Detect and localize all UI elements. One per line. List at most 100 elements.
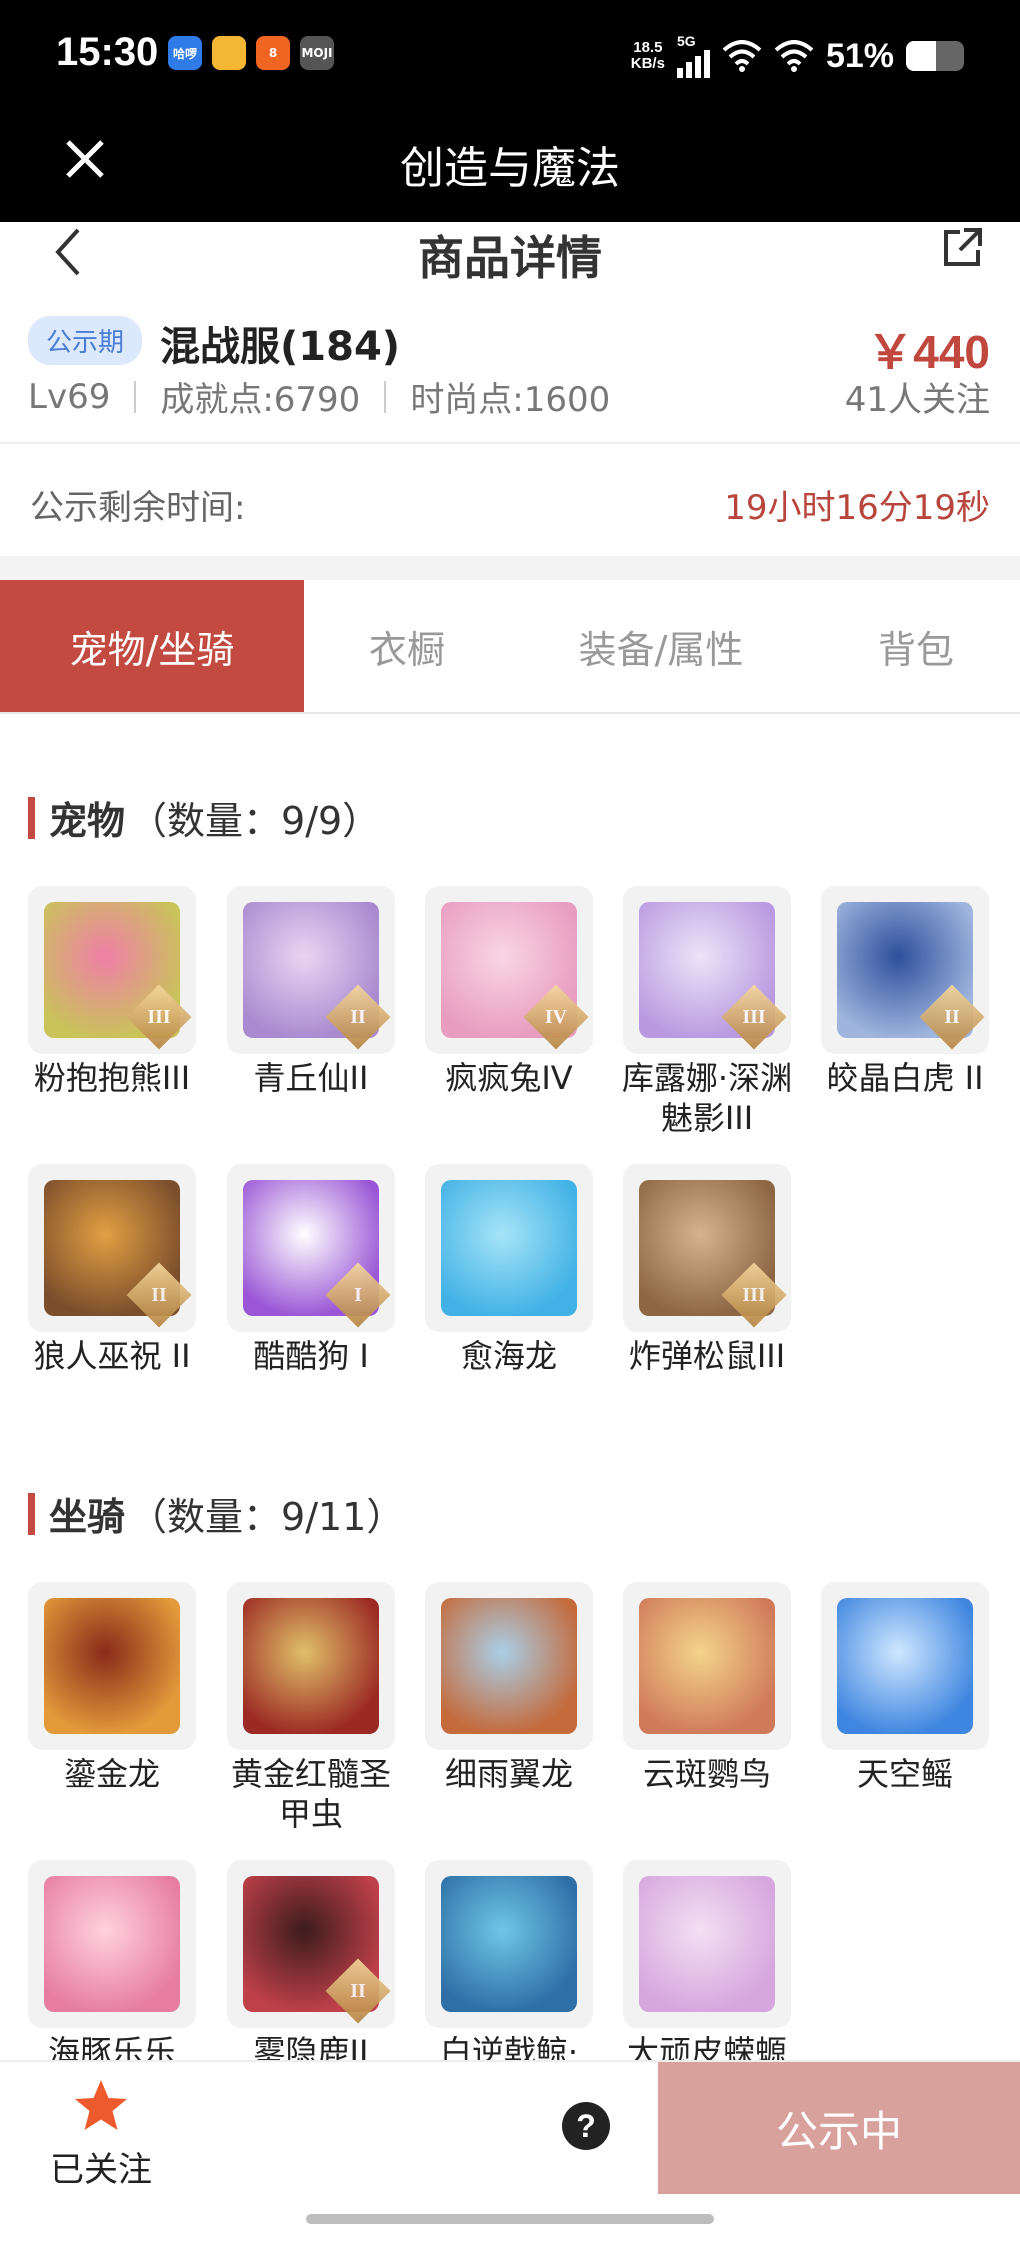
item-name: 酷酷狗 I <box>253 1337 369 1375</box>
rank-label: II <box>944 1005 960 1028</box>
character-art <box>243 1598 379 1734</box>
item-name: 狼人巫祝 II <box>33 1337 191 1375</box>
pet-card[interactable]: II 皎晶白虎 II <box>821 886 989 1098</box>
network-speed-value: 18.5 <box>633 39 663 56</box>
mount-card[interactable]: 大顽皮蝾螈 <box>623 1860 791 2072</box>
pets-title: 宠物 <box>49 799 126 843</box>
product-stats: Lv69 成就点:6790 时尚点:1600 <box>28 372 610 421</box>
rank-label: III <box>742 1005 766 1028</box>
character-art <box>441 1598 577 1734</box>
status-badge: 公示期 <box>28 316 143 365</box>
home-indicator-bar[interactable] <box>306 2214 714 2224</box>
item-name: 库露娜·深渊魅影III <box>621 1059 793 1137</box>
pet-card[interactable]: II 青丘仙II <box>227 886 395 1098</box>
thumbnail: IV <box>425 886 593 1054</box>
pet-card[interactable]: II 狼人巫祝 II <box>28 1164 196 1376</box>
thumbnail <box>227 1582 395 1750</box>
yellow-app-icon <box>212 36 246 70</box>
item-name: 粉抱抱熊III <box>33 1059 191 1097</box>
rank-badge: II <box>325 1958 391 2024</box>
section-marker <box>28 1492 35 1535</box>
item-name: 皎晶白虎 II <box>826 1059 984 1097</box>
page-title: 商品详情 <box>418 231 602 285</box>
thumbnail: III <box>623 886 791 1054</box>
mounts-section-title: 坐骑 （数量：9/11） <box>28 1486 404 1541</box>
divider <box>134 380 137 413</box>
mount-card[interactable]: 白逆戟鲸· <box>425 1860 593 2072</box>
rank-label: II <box>350 1979 366 2002</box>
tab-equipment[interactable]: 装备/属性 <box>510 580 812 712</box>
cellular-icon: 5G <box>676 33 710 78</box>
fashion-points: 时尚点:1600 <box>410 380 611 420</box>
mount-card[interactable]: 黄金红髓圣甲虫 <box>227 1582 395 1834</box>
level: Lv69 <box>28 376 111 417</box>
pet-card[interactable]: III 库露娜·深渊魅影III <box>622 886 792 1138</box>
tab-bar: 宠物/坐骑 衣橱 装备/属性 背包 <box>0 580 1020 714</box>
rank-label: II <box>350 1005 366 1028</box>
mount-card[interactable]: 细雨翼龙 <box>425 1582 593 1794</box>
help-icon[interactable]: ? <box>562 2102 610 2150</box>
rank-label: III <box>147 1005 171 1028</box>
rank-label: II <box>151 1283 167 1306</box>
pet-card[interactable]: 愈海龙 <box>425 1164 593 1376</box>
countdown-row: 公示剩余时间: 19小时16分19秒 <box>0 444 1020 556</box>
character-art <box>639 1876 775 2012</box>
battery-icon <box>906 41 964 71</box>
bottom-action-bar: 已关注 ? 公示中 <box>0 2060 1020 2194</box>
rank-label: III <box>742 1283 766 1306</box>
network-type: 5G <box>676 33 696 49</box>
item-name: 黄金红髓圣甲虫 <box>230 1755 391 1833</box>
thumbnail: III <box>28 886 196 1054</box>
thumbnail <box>821 1582 989 1750</box>
mount-card[interactable]: 鎏金龙 <box>28 1582 196 1794</box>
thumbnail <box>28 1860 196 2028</box>
item-name: 云斑鹦鸟 <box>642 1755 771 1793</box>
tab-wardrobe[interactable]: 衣橱 <box>304 580 510 712</box>
publicity-button[interactable]: 公示中 <box>658 2062 1020 2194</box>
tab-backpack[interactable]: 背包 <box>812 580 1020 712</box>
follower-count: 41人关注 <box>844 380 990 420</box>
pets-section-title: 宠物 （数量：9/9） <box>28 790 380 845</box>
battery-percent: 51% <box>825 36 894 75</box>
page-nav: 商品详情 <box>0 222 1020 306</box>
countdown-label: 公示剩余时间: <box>30 488 246 528</box>
pet-card[interactable]: III 炸弹松鼠III <box>623 1164 791 1376</box>
section-gap <box>0 556 1020 580</box>
tab-pets-mounts[interactable]: 宠物/坐骑 <box>0 580 304 712</box>
thumbnail <box>425 1582 593 1750</box>
thumbnail: II <box>227 886 395 1054</box>
character-art <box>441 1876 577 2012</box>
item-name: 炸弹松鼠III <box>628 1337 786 1375</box>
rank-badge: III <box>126 984 192 1050</box>
mount-card[interactable]: II 雾隐鹿II <box>227 1860 395 2072</box>
thumbnail: I <box>227 1164 395 1332</box>
character-art <box>44 1598 180 1734</box>
follow-button[interactable]: 已关注 <box>46 2076 156 2191</box>
rank-badge: III <box>721 984 787 1050</box>
item-name: 青丘仙II <box>253 1059 369 1097</box>
follow-label: 已关注 <box>50 2150 152 2190</box>
network-speed-unit: KB/s <box>630 55 665 72</box>
moji-weather-icon: MOJI <box>300 36 334 70</box>
wifi-icon-secondary <box>774 40 814 72</box>
rank-badge: II <box>325 984 391 1050</box>
character-art <box>639 1598 775 1734</box>
pet-card[interactable]: IV 疯疯兔IV <box>425 886 593 1098</box>
clock: 15:30 <box>56 30 159 74</box>
achievement-points: 成就点:6790 <box>160 380 361 420</box>
thumbnail: II <box>227 1860 395 2028</box>
character-art <box>44 1876 180 2012</box>
network-speed: 18.5 KB/s <box>631 40 665 72</box>
status-bar: 15:30 哈啰 8 MOJI 18.5 KB/s 5G 51% <box>0 0 1020 110</box>
rank-badge: II <box>126 1262 192 1328</box>
pet-card[interactable]: III 粉抱抱熊III <box>28 886 196 1098</box>
mount-card[interactable]: 海豚乐乐 <box>28 1860 196 2072</box>
share-icon[interactable] <box>940 226 984 270</box>
pet-card[interactable]: I 酷酷狗 I <box>227 1164 395 1376</box>
system-indicators: 18.5 KB/s 5G 51% <box>631 34 964 78</box>
thumbnail <box>623 1582 791 1750</box>
home-indicator <box>0 2194 1020 2244</box>
rank-badge: II <box>919 984 985 1050</box>
mount-card[interactable]: 云斑鹦鸟 <box>623 1582 791 1794</box>
mount-card[interactable]: 天空鳐 <box>821 1582 989 1794</box>
